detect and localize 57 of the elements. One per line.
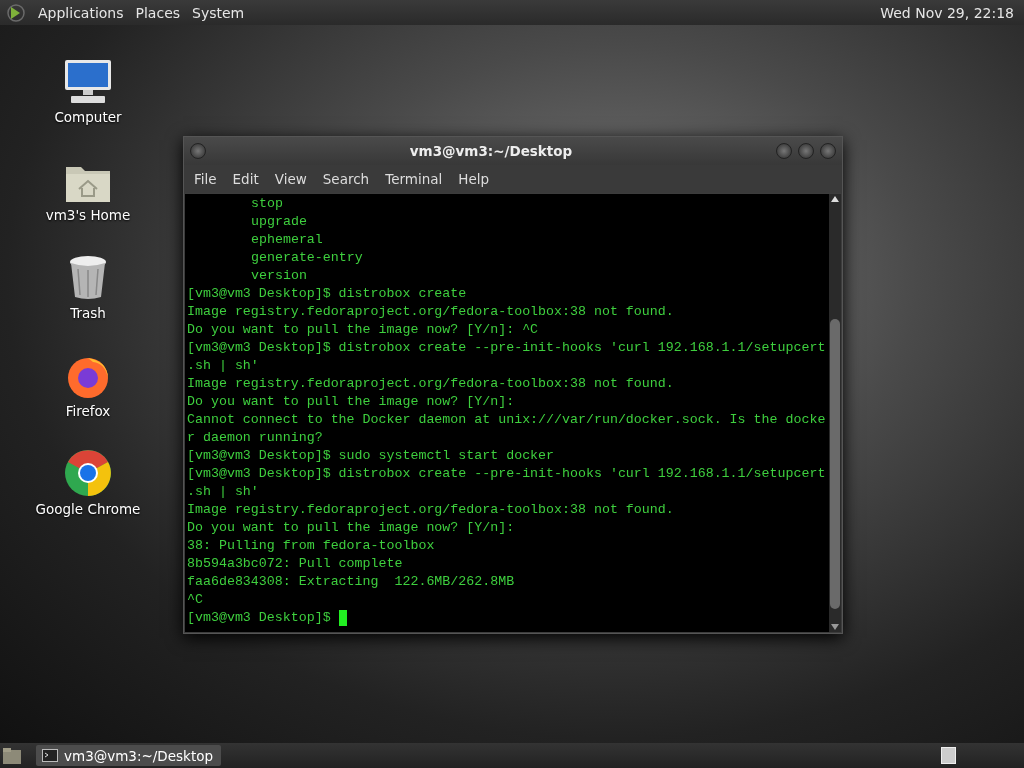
- terminal-icon: [42, 749, 58, 762]
- menu-item[interactable]: Terminal: [377, 169, 451, 189]
- menu-item[interactable]: Search: [314, 169, 378, 189]
- terminal-line: faa6de834308: Extracting 122.6MB/262.8MB: [187, 573, 515, 591]
- terminal-line: [vm3@vm3 Desktop]$ distrobox create: [187, 285, 467, 303]
- terminal-line: ephemeral: [251, 231, 323, 249]
- text-cursor: [338, 610, 347, 626]
- scroll-up-icon[interactable]: [831, 196, 839, 202]
- terminal-line: version: [251, 267, 307, 285]
- terminal-line: Do you want to pull the image now? [Y/n]:: [187, 393, 515, 411]
- window-menu-button[interactable]: [190, 143, 206, 159]
- desktop-icon-label[interactable]: Firefox: [65, 403, 111, 419]
- terminal-line: [vm3@vm3 Desktop]$ distrobox create --pre-init-hooks 'curl 192.168.1.1/setupcert: [187, 339, 826, 357]
- computer-icon[interactable]: [63, 59, 113, 105]
- panel-menu[interactable]: Applications: [38, 4, 124, 21]
- scrollbar[interactable]: [829, 194, 841, 632]
- trash-icon[interactable]: [68, 255, 108, 301]
- terminal-line: Do you want to pull the image now? [Y/n]:: [187, 519, 515, 537]
- terminal-line: generate-entry: [251, 249, 363, 267]
- terminal-line: ^C: [187, 591, 203, 609]
- terminal-line: Cannot connect to the Docker daemon at unix:///var/run/docker.sock. Is the docke: [187, 411, 826, 429]
- menu-item[interactable]: Help: [450, 169, 498, 189]
- scroll-down-icon[interactable]: [831, 624, 839, 630]
- app-menu-icon[interactable]: [6, 2, 26, 23]
- desktop-icon-label[interactable]: Trash: [70, 305, 106, 321]
- menu-item[interactable]: File: [186, 169, 225, 189]
- terminal-line: [vm3@vm3 Desktop]$ sudo systemctl start docker: [187, 447, 555, 465]
- menu-item[interactable]: Edit: [224, 169, 267, 189]
- maximize-button[interactable]: [798, 143, 814, 159]
- window-title: vm3@vm3:~/Desktop: [408, 143, 574, 159]
- close-button[interactable]: [820, 143, 836, 159]
- scroll-thumb[interactable]: [830, 319, 840, 609]
- terminal-line: upgrade: [251, 213, 307, 231]
- terminal-line: stop: [251, 195, 283, 213]
- desktop-icon-label[interactable]: Computer: [54, 109, 122, 125]
- terminal-line: Image registry.fedoraproject.org/fedora-toolbox:38 not found.: [187, 303, 674, 321]
- menu-item[interactable]: View: [266, 169, 315, 189]
- terminal-line: [vm3@vm3 Desktop]$ distrobox create --pre-init-hooks 'curl 192.168.1.1/setupcert: [187, 465, 826, 483]
- terminal-line: .sh | sh': [187, 483, 259, 501]
- task-button[interactable]: vm3@vm3:~/Desktop: [36, 745, 222, 766]
- terminal-line: Image registry.fedoraproject.org/fedora-toolbox:38 not found.: [187, 501, 674, 519]
- terminal-line: r daemon running?: [187, 429, 323, 447]
- desktop-icon-label[interactable]: vm3's Home: [45, 207, 131, 223]
- clock[interactable]: Wed Nov 29, 22:18: [880, 4, 1014, 21]
- terminal-line: [vm3@vm3 Desktop]$: [187, 609, 331, 627]
- terminal-line: 8b594a3bc072: Pull complete: [187, 555, 403, 573]
- panel-menu[interactable]: System: [192, 4, 245, 21]
- workspace-switcher[interactable]: [941, 747, 956, 764]
- terminal-line: Do you want to pull the image now? [Y/n]: ^C: [187, 321, 539, 339]
- terminal-line: .sh | sh': [187, 357, 259, 375]
- minimize-button[interactable]: [776, 143, 792, 159]
- terminal-line: 38: Pulling from fedora-toolbox: [187, 537, 435, 555]
- terminal-line: Image registry.fedoraproject.org/fedora-toolbox:38 not found.: [187, 375, 674, 393]
- panel-menu[interactable]: Places: [135, 4, 181, 21]
- show-desktop-icon[interactable]: [2, 746, 22, 765]
- desktop-icon-label[interactable]: Google Chrome: [35, 501, 141, 517]
- chrome-icon[interactable]: [64, 449, 112, 497]
